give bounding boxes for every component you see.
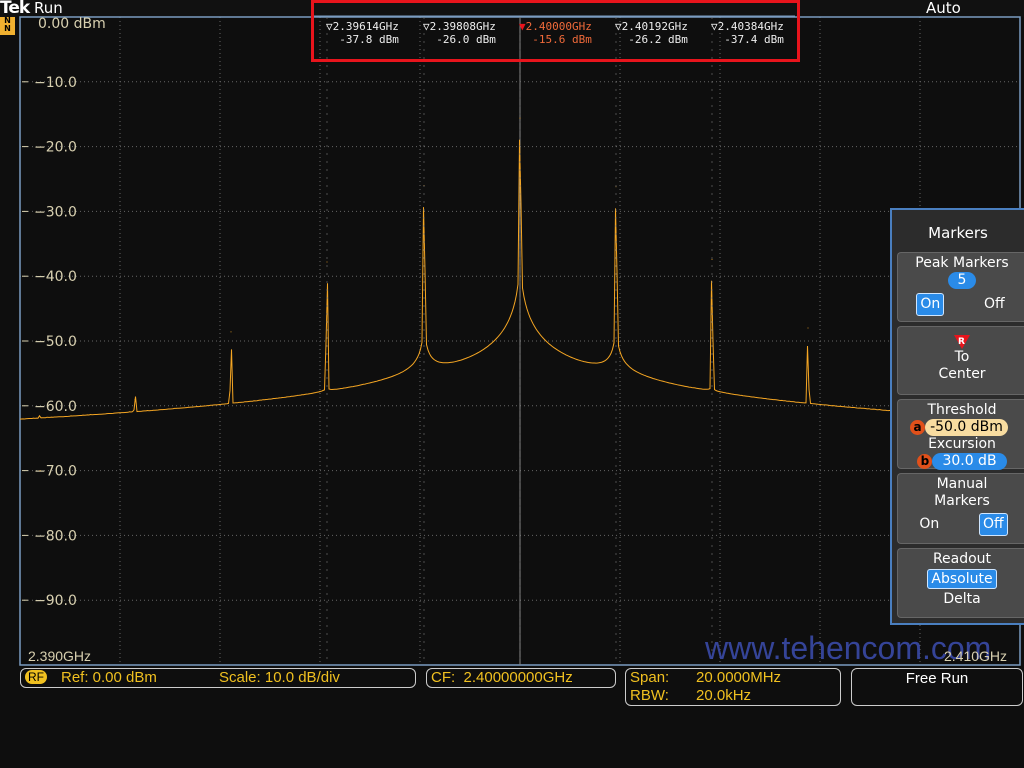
manual-markers-line1: Manual [936, 476, 988, 492]
y-tick-label: −50.0 [34, 334, 77, 350]
marker-freq: 2.40000GHz [525, 20, 592, 33]
markers-menu: Markers Peak Markers 5 On Off R To Cente… [890, 208, 1024, 625]
start-freq-label: 2.390GHz [28, 648, 92, 664]
marker-level: -37.4 dBm [724, 33, 784, 46]
readout-absolute[interactable]: Absolute [927, 569, 997, 589]
excursion-label: Excursion [928, 436, 996, 452]
marker-triangle-icon: ▽ [326, 20, 333, 33]
rbw-label: RBW: [630, 687, 669, 704]
ref-marker-icon: ▼ [519, 20, 526, 33]
menu-title: Markers [928, 224, 988, 242]
marker-level: -15.6 dBm [532, 33, 592, 46]
peak-marker-readout: ▽2.40384GHz -37.4 dBm [711, 20, 784, 46]
peak-marker-readout: ▽2.39808GHz -26.0 dBm [423, 20, 496, 46]
spectrum-plot: −10.0 −20.0 −30.0 −40.0 −50.0 −60.0 −70.0 −80.0… [19, 15, 1021, 666]
y-tick-label: −60.0 [34, 399, 77, 415]
peak-markers-label: Peak Markers [915, 255, 1009, 271]
span-rbw-box[interactable]: Span: 20.0000MHz RBW: 20.0kHz [625, 668, 841, 706]
peak-point [711, 258, 713, 260]
knob-a-icon: a [910, 420, 926, 435]
center-freq: CF: 2.40000000GHz [431, 669, 573, 686]
peak-point [519, 117, 521, 119]
peak-marker-readout: ▼2.40000GHz -15.6 dBm [519, 20, 592, 46]
peak-point [39, 470, 41, 472]
marker-level: -37.8 dBm [339, 33, 399, 46]
peak-point [326, 261, 328, 263]
manual-markers-off[interactable]: Off [978, 513, 1008, 536]
peak-markers-off[interactable]: Off [981, 293, 1008, 316]
manual-markers-line2: Markers [934, 493, 990, 509]
threshold-label: Threshold [927, 402, 997, 418]
span-value: 20.0000MHz [696, 669, 782, 686]
y-tick-label: −10.0 [34, 75, 77, 91]
readout-delta[interactable]: Delta [898, 591, 1024, 608]
ref-scale-box[interactable]: RF Ref: 0.00 dBm Scale: 10.0 dB/div [20, 668, 416, 688]
y-tick-label: −70.0 [34, 464, 77, 480]
marker-readout-box: ▽2.39614GHz -37.8 dBm ▽2.39808GHz -26.0 d… [311, 0, 800, 62]
center-freq-box[interactable]: CF: 2.40000000GHz [426, 668, 616, 688]
manual-markers-button[interactable]: Manual Markers On Off [897, 473, 1024, 544]
marker-level: -26.0 dBm [436, 33, 496, 46]
readout-label: Readout [932, 551, 992, 567]
rf-badge: RF [25, 670, 47, 684]
y-tick-label: −20.0 [34, 140, 77, 156]
peak-count: 5 [947, 272, 977, 289]
marker-freq: 2.39614GHz [332, 20, 399, 33]
vertical-scale: Scale: 10.0 dB/div [219, 669, 340, 686]
marker-freq: 2.40384GHz [717, 20, 784, 33]
ref-level-label: 0.00 dBm [38, 16, 106, 32]
trigger-box[interactable]: Free Run [851, 668, 1023, 706]
peak-marker-readout: ▽2.40192GHz -26.2 dBm [615, 20, 688, 46]
marker-triangle-icon: ▽ [423, 20, 430, 33]
stop-freq-label: 2.410GHz [944, 648, 1008, 664]
threshold-excursion-button[interactable]: Threshold a -50.0 dBm Excursion b 30.0 dB [897, 399, 1024, 470]
peak-point [807, 327, 809, 329]
y-tick-label: −80.0 [34, 528, 77, 544]
span-label: Span: [630, 669, 670, 686]
settings-bar: RF Ref: 0.00 dBm Scale: 10.0 dB/div CF: … [0, 668, 1024, 768]
knob-b-icon: b [917, 454, 933, 469]
manual-markers-on[interactable]: On [916, 513, 942, 536]
y-tick-label: −40.0 [34, 269, 77, 285]
marker-triangle-icon: ▽ [711, 20, 718, 33]
readout-button[interactable]: Readout Absolute Delta [897, 548, 1024, 618]
to-center-line1: To [954, 349, 970, 365]
marker-freq: 2.39808GHz [429, 20, 496, 33]
excursion-value[interactable]: 30.0 dB [932, 453, 1007, 470]
y-tick-label: −30.0 [34, 204, 77, 220]
peak-markers-on[interactable]: On [916, 293, 945, 316]
trigger-status: Free Run [905, 670, 969, 687]
to-center-button[interactable]: R To Center [897, 326, 1024, 395]
rbw-value: 20.0kHz [696, 687, 752, 704]
y-tick-label: −90.0 [34, 593, 77, 609]
marker-triangle-icon: ▽ [615, 20, 622, 33]
peak-marker-readout: ▽2.39614GHz -37.8 dBm [326, 20, 399, 46]
peak-point [230, 331, 232, 333]
peak-markers-button[interactable]: Peak Markers 5 On Off [897, 252, 1024, 322]
threshold-value[interactable]: -50.0 dBm [925, 419, 1008, 436]
to-center-line2: Center [938, 366, 986, 382]
marker-level: -26.2 dBm [628, 33, 688, 46]
peak-point [134, 398, 136, 400]
ref-level: Ref: 0.00 dBm [61, 669, 157, 686]
marker-freq: 2.40192GHz [621, 20, 688, 33]
ref-marker-icon: R [954, 335, 970, 349]
